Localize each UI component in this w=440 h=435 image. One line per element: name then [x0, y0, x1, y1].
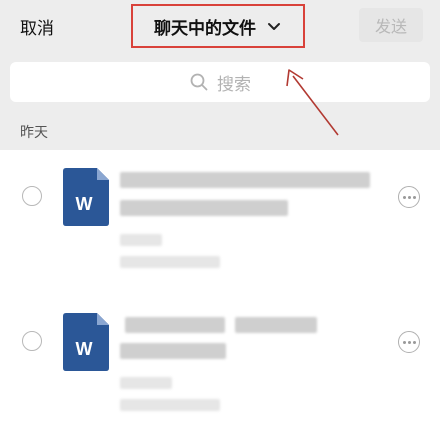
page-title: 聊天中的文件: [154, 18, 256, 39]
section-label-yesterday: 昨天: [20, 125, 48, 141]
word-document-icon: W: [63, 313, 109, 371]
redacted-file-name-line: [120, 343, 226, 359]
redacted-file-meta: [120, 399, 220, 411]
file-list-item[interactable]: W: [0, 295, 440, 425]
search-icon: [190, 73, 208, 91]
word-icon-letter: W: [76, 194, 93, 214]
cancel-button[interactable]: 取消: [20, 14, 54, 39]
search-input[interactable]: 搜索: [10, 62, 430, 102]
redacted-file-name-line: [125, 317, 225, 333]
top-bar: 取消 聊天中的文件 发送: [0, 0, 440, 56]
redacted-file-name-line: [120, 172, 370, 188]
title-dropdown[interactable]: 聊天中的文件: [131, 4, 305, 48]
more-options-icon[interactable]: [398, 186, 420, 208]
redacted-file-name-line: [235, 317, 317, 333]
redacted-file-size: [120, 377, 172, 389]
more-options-icon[interactable]: [398, 331, 420, 353]
redacted-file-name-line: [120, 200, 288, 216]
file-list-item[interactable]: W: [0, 150, 440, 280]
send-button[interactable]: 发送: [359, 8, 423, 42]
section-header: 昨天: [0, 112, 440, 150]
redacted-file-size: [120, 234, 162, 246]
select-radio[interactable]: [22, 186, 42, 206]
chevron-down-icon: [268, 23, 280, 30]
redacted-file-meta: [120, 256, 220, 268]
word-document-icon: W: [63, 168, 109, 226]
select-radio[interactable]: [22, 331, 42, 351]
search-placeholder: 搜索: [217, 74, 251, 95]
word-icon-letter: W: [76, 339, 93, 359]
